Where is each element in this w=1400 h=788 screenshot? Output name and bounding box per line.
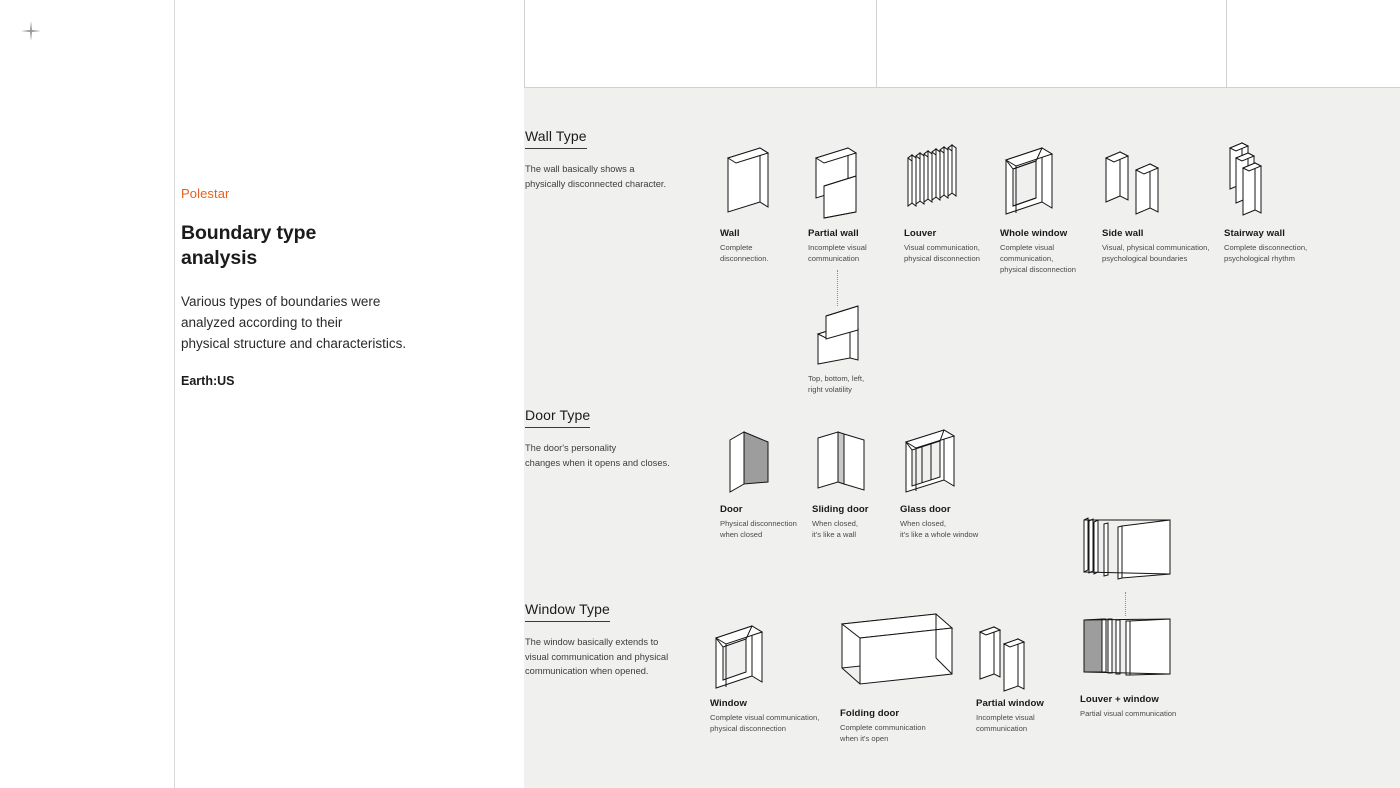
section-desc-line: communication when opened. xyxy=(525,666,649,677)
sparkle-cursor-icon xyxy=(18,18,44,44)
section-header-window-type: Window Type The window basically extends… xyxy=(525,601,705,679)
top-column-divider-2 xyxy=(876,0,877,88)
item-stairway-wall: Stairway wall Complete disconnection, ps… xyxy=(1224,140,1334,265)
section-title-wall-type: Wall Type xyxy=(525,128,587,149)
page-description: Various types of boundaries were analyze… xyxy=(181,291,511,355)
section-desc-line: changes when it opens and closes. xyxy=(525,457,670,468)
item-label: Side wall xyxy=(1102,228,1144,239)
item-louver-window-open xyxy=(1080,512,1190,586)
item-label: Stairway wall xyxy=(1224,228,1285,239)
brand-label: Polestar xyxy=(181,186,230,201)
item-caption: Partial visual communication xyxy=(1080,709,1177,718)
item-label: Wall xyxy=(720,228,740,239)
intro-block: Polestar Boundary type analysis Various … xyxy=(181,186,511,388)
item-caption: Visual, physical communication, psycholo… xyxy=(1102,243,1210,263)
window-icon xyxy=(710,618,830,690)
section-desc-line: physically disconnected character. xyxy=(525,178,667,189)
folding-door-icon xyxy=(840,612,980,690)
section-desc-line: The wall basically shows a xyxy=(525,164,635,174)
section-header-wall-type: Wall Type The wall basically shows a phy… xyxy=(525,128,695,191)
item-caption: Complete visual communication, physical … xyxy=(710,713,820,733)
item-side-wall: Side wall Visual, physical communication… xyxy=(1102,140,1222,265)
section-desc-window-type: The window basically extends to visual c… xyxy=(525,635,705,679)
item-label: Folding door xyxy=(840,708,900,719)
stairway-wall-icon xyxy=(1224,140,1334,220)
page-title: Boundary type analysis xyxy=(181,221,511,271)
item-label: Louver xyxy=(904,228,937,239)
page-title-line1: Boundary type xyxy=(181,222,317,244)
item-caption: Complete disconnection. xyxy=(720,243,769,263)
item-folding-door: Folding door Complete communication when… xyxy=(840,612,980,745)
page-description-line3: physical structure and characteristics. xyxy=(181,336,407,352)
left-panel-divider xyxy=(174,0,175,788)
volatility-icon xyxy=(808,302,898,365)
item-caption: Complete disconnection, psychological rh… xyxy=(1224,243,1308,263)
item-label: Whole window xyxy=(1000,228,1068,239)
page-title-line2: analysis xyxy=(181,246,258,269)
louver-window-open-icon xyxy=(1080,512,1190,586)
item-caption: When closed, it's like a whole window xyxy=(900,519,979,539)
item-label: Window xyxy=(710,698,747,709)
item-caption: Top, bottom, left, right volatility xyxy=(808,374,865,394)
connector-dotted-line-partial-wall xyxy=(837,270,838,306)
top-column-divider-3 xyxy=(1226,0,1227,88)
side-wall-icon xyxy=(1102,140,1222,220)
partial-wall-icon xyxy=(808,140,898,220)
louver-icon xyxy=(904,140,996,220)
item-louver-window: Louver + window Partial visual communica… xyxy=(1080,612,1210,720)
item-label: Partial window xyxy=(976,698,1044,709)
item-caption: Complete communication when it's open xyxy=(840,723,926,743)
item-label: Louver + window xyxy=(1080,694,1159,705)
item-label: Sliding door xyxy=(812,504,869,515)
louver-window-icon xyxy=(1080,612,1210,686)
top-column-divider-1 xyxy=(524,0,525,88)
item-caption: Complete visual communication, physical … xyxy=(1000,243,1076,274)
partial-window-icon xyxy=(976,618,1066,692)
top-panel-band xyxy=(524,0,1400,88)
page-description-line2: analyzed according to their xyxy=(181,315,343,331)
section-desc-line: The window basically extends to xyxy=(525,637,659,647)
item-whole-window: Whole window Complete visual communicati… xyxy=(1000,140,1086,275)
item-wall: Wall Complete disconnection. xyxy=(720,140,806,265)
item-sliding-door: Sliding door When closed, it's like a wa… xyxy=(812,424,900,541)
item-window: Window Complete visual communication, ph… xyxy=(710,618,830,735)
section-desc-door-type: The door's personality changes when it o… xyxy=(525,441,700,470)
item-volatility: Top, bottom, left, right volatility xyxy=(808,302,898,396)
item-caption: Incomplete visual communication xyxy=(808,243,867,263)
section-title-window-type: Window Type xyxy=(525,601,610,622)
slide-root: Polestar Boundary type analysis Various … xyxy=(0,0,1400,788)
item-caption: Incomplete visual communication xyxy=(976,713,1035,733)
credit-label: Earth:US xyxy=(181,374,235,389)
section-desc-line: The door's personality xyxy=(525,443,617,453)
section-desc-line: visual communication and physical xyxy=(525,651,669,662)
item-caption: Physical disconnection when closed xyxy=(720,519,797,539)
item-partial-wall: Partial wall Incomplete visual communica… xyxy=(808,140,898,265)
wall-icon xyxy=(720,140,806,220)
item-label: Partial wall xyxy=(808,228,859,239)
item-caption: When closed, it's like a wall xyxy=(812,519,859,539)
sliding-door-icon xyxy=(812,424,900,496)
item-partial-window: Partial window Incomplete visual communi… xyxy=(976,618,1066,735)
section-desc-wall-type: The wall basically shows a physically di… xyxy=(525,162,695,191)
item-louver: Louver Visual communication, physical di… xyxy=(904,140,996,265)
section-header-door-type: Door Type The door's personality changes… xyxy=(525,407,700,470)
page-description-line1: Various types of boundaries were xyxy=(181,293,381,309)
item-glass-door: Glass door When closed, it's like a whol… xyxy=(900,424,1010,541)
door-icon xyxy=(720,424,812,496)
item-door: Door Physical disconnection when closed xyxy=(720,424,812,541)
item-label: Glass door xyxy=(900,504,951,515)
whole-window-icon xyxy=(1000,140,1086,220)
section-title-door-type: Door Type xyxy=(525,407,591,428)
item-caption: Visual communication, physical disconnec… xyxy=(904,243,980,263)
glass-door-icon xyxy=(900,424,1010,496)
item-label: Door xyxy=(720,504,743,515)
